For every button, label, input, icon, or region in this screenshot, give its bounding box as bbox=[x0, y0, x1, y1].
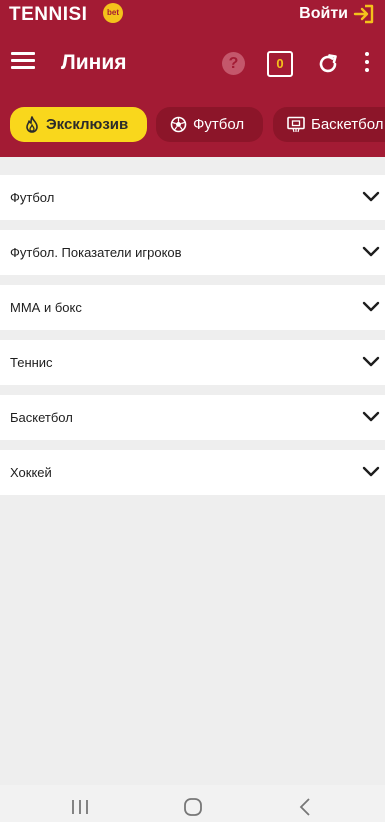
fire-icon bbox=[26, 115, 38, 133]
sport-row-mma-boxing[interactable]: ММА и бокс bbox=[0, 285, 385, 330]
chip-basketball-label: Баскетбол bbox=[311, 116, 384, 133]
chip-basketball[interactable]: Баскетбол bbox=[273, 107, 385, 142]
chevron-down-icon bbox=[362, 191, 380, 202]
login-icon bbox=[353, 4, 374, 24]
app-header: TENNISI bet Войти Линия ? 0 Эксклюзив Фу… bbox=[0, 0, 385, 157]
page-title: Линия bbox=[61, 51, 127, 74]
sport-row-label: Баскетбол bbox=[10, 410, 73, 425]
chevron-down-icon bbox=[362, 246, 380, 257]
sport-chips: Эксклюзив Футбол Баскетбол bbox=[0, 107, 385, 143]
chevron-down-icon bbox=[362, 411, 380, 422]
sport-row-hockey[interactable]: Хоккей bbox=[0, 450, 385, 495]
soccer-ball-icon bbox=[170, 116, 187, 133]
sport-row-football[interactable]: Футбол bbox=[0, 175, 385, 220]
system-nav-bar bbox=[0, 785, 385, 822]
back-icon[interactable] bbox=[298, 798, 312, 816]
help-icon[interactable]: ? bbox=[222, 52, 245, 75]
logo-badge: bet bbox=[103, 3, 123, 23]
hamburger-menu-icon[interactable] bbox=[11, 52, 35, 74]
sport-row-label: Футбол bbox=[10, 190, 55, 205]
sport-row-label: Футбол. Показатели игроков bbox=[10, 245, 182, 260]
chevron-down-icon bbox=[362, 301, 380, 312]
chip-exclusive[interactable]: Эксклюзив bbox=[10, 107, 147, 142]
chip-football-label: Футбол bbox=[193, 116, 245, 133]
basketball-hoop-icon bbox=[287, 116, 305, 133]
login-button[interactable]: Войти bbox=[299, 4, 375, 24]
chip-football[interactable]: Футбол bbox=[156, 107, 263, 142]
sport-row-tennis[interactable]: Теннис bbox=[0, 340, 385, 385]
chip-exclusive-label: Эксклюзив bbox=[46, 116, 129, 133]
sport-row-player-stats[interactable]: Футбол. Показатели игроков bbox=[0, 230, 385, 275]
nav-bar: Линия ? 0 bbox=[0, 40, 385, 86]
chevron-down-icon bbox=[362, 466, 380, 477]
home-icon[interactable] bbox=[183, 798, 203, 816]
coupon-button[interactable]: 0 bbox=[267, 51, 293, 77]
logo: TENNISI bbox=[9, 4, 88, 25]
sport-row-label: Хоккей bbox=[10, 465, 52, 480]
refresh-icon[interactable] bbox=[317, 53, 339, 75]
sport-row-label: ММА и бокс bbox=[10, 300, 82, 315]
login-label: Войти bbox=[299, 5, 348, 22]
coupon-count: 0 bbox=[276, 56, 284, 71]
sport-row-basketball[interactable]: Баскетбол bbox=[0, 395, 385, 440]
top-bar: TENNISI bet Войти bbox=[0, 0, 385, 30]
chevron-down-icon bbox=[362, 356, 380, 367]
sport-row-label: Теннис bbox=[10, 355, 53, 370]
more-options-icon[interactable] bbox=[363, 52, 371, 74]
recent-apps-icon[interactable] bbox=[70, 798, 90, 816]
